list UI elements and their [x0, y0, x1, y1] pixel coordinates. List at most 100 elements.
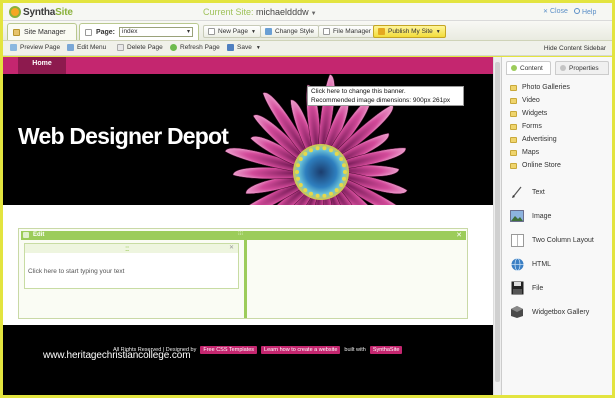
folder-forms[interactable]: Forms [510, 123, 542, 130]
folder-label: Widgets [522, 110, 548, 117]
file-manager-label: File Manager [333, 28, 371, 35]
widget-text[interactable]: Text [510, 185, 545, 199]
refresh-page-label: Refresh Page [180, 44, 220, 51]
help-link[interactable]: Help [574, 8, 596, 16]
flower-stamen [295, 170, 299, 174]
editor-toolbar: Preview Page Edit Menu Delete Page Refre… [3, 41, 612, 56]
refresh-page-button[interactable]: Refresh Page [170, 44, 220, 51]
delete-page-button[interactable]: Delete Page [117, 44, 163, 51]
canvas-scrollbar[interactable] [493, 57, 501, 395]
sidebar-tabs: Content Properties [506, 61, 609, 75]
tab-content-label: Content [520, 64, 543, 72]
save-button[interactable]: Save ▼ [227, 44, 261, 51]
folder-photo-galleries[interactable]: Photo Galleries [510, 84, 570, 91]
preview-label: Preview Page [20, 44, 61, 51]
flower-stamen [298, 157, 303, 161]
folder-label: Photo Galleries [522, 84, 570, 91]
folder-icon [510, 162, 517, 169]
flower-stamen [342, 176, 346, 181]
block-header-bar: Edit ⁞⁞⁞ ✕ [21, 231, 466, 240]
footer-link-templates[interactable]: Free CSS Templates [200, 346, 258, 354]
hide-sidebar-link[interactable]: Hide Content Sidebar [544, 45, 606, 52]
flower-stamen [334, 188, 339, 193]
tab-properties-label: Properties [569, 64, 599, 72]
save-label: Save [237, 44, 252, 51]
save-icon [227, 44, 234, 51]
publish-icon [378, 28, 385, 35]
edit-label[interactable]: Edit [33, 232, 44, 238]
widgetbox-icon [510, 305, 524, 319]
widget-two-column-label: Two Column Layout [532, 236, 594, 244]
page-select[interactable]: index [119, 27, 193, 37]
preview-page-button[interactable]: Preview Page [10, 44, 60, 51]
flower-stamen [339, 157, 344, 161]
folder-label: Video [522, 97, 540, 104]
footer-built-with: built with [344, 347, 366, 353]
nav-home-link[interactable]: Home [18, 57, 66, 74]
footer-link-synthasite[interactable]: SynthaSite [369, 346, 403, 354]
tab-properties[interactable]: Properties [555, 61, 609, 75]
widget-image-label: Image [532, 212, 552, 220]
text-column[interactable]: ⁚⁚⁚⁚ ✕ Click here to start typing your t… [24, 243, 239, 289]
site-title[interactable]: Web Designer Depot [18, 123, 229, 150]
file-manager-button[interactable]: File Manager [318, 25, 376, 38]
preview-icon [10, 44, 17, 51]
two-column-layout-block[interactable]: Edit ⁞⁞⁞ ✕ ⁚⁚⁚⁚ ✕ Click here to start ty… [18, 228, 468, 319]
folder-label: Online Store [522, 162, 561, 169]
current-site-value: michaeldddw [256, 7, 309, 17]
banner-tooltip-line2: Recommended image dimensions: 900px 261p… [311, 96, 451, 104]
scrollbar-thumb[interactable] [495, 62, 500, 382]
footer-link-create-website[interactable]: Learn how to create a website [261, 346, 341, 354]
tab-site-manager[interactable]: Site Manager [7, 23, 77, 40]
tab-site-manager-label: Site Manager [24, 28, 66, 36]
chevron-down-icon: ▼ [255, 44, 261, 51]
text-placeholder[interactable]: Click here to start typing your text [28, 268, 124, 275]
chevron-down-icon: ▼ [310, 11, 317, 17]
close-icon[interactable]: ✕ [456, 231, 462, 239]
close-link[interactable]: ✕ Close [543, 8, 568, 15]
page-canvas: Home Web Designer Depot Click here to ch… [3, 57, 493, 395]
current-site-selector[interactable]: Current Site: michaeldddw ▼ [203, 7, 317, 17]
tab-page[interactable]: Page: index [79, 23, 199, 40]
grip-icon: ⁞⁞⁞ [238, 231, 244, 237]
publish-button[interactable]: Publish My Site ▼ [373, 25, 446, 38]
flower-stamen [303, 151, 308, 156]
widget-html-label: HTML [532, 260, 552, 268]
folder-icon [510, 110, 517, 117]
widget-widgetbox-gallery[interactable]: Widgetbox Gallery [510, 305, 589, 319]
folder-widgets[interactable]: Widgets [510, 110, 547, 117]
edit-menu-button[interactable]: Edit Menu [67, 44, 106, 51]
flower-stamen [329, 148, 333, 153]
column-divider[interactable] [244, 240, 247, 318]
content-area: Edit ⁞⁞⁞ ✕ ⁚⁚⁚⁚ ✕ Click here to start ty… [3, 205, 493, 325]
site-nav: Home [3, 57, 493, 74]
folder-icon [510, 136, 517, 143]
folder-advertising[interactable]: Advertising [510, 136, 557, 143]
new-page-button[interactable]: New Page ▼ [203, 25, 261, 38]
change-style-label: Change Style [275, 28, 315, 35]
widget-html[interactable]: HTML [510, 257, 551, 271]
delete-page-label: Delete Page [127, 44, 163, 51]
two-column-icon [510, 233, 524, 247]
close-icon[interactable]: ✕ [229, 244, 234, 251]
help-label: Help [581, 9, 597, 16]
flower-stamen [315, 193, 320, 198]
folder-icon [510, 97, 517, 104]
banner[interactable]: Web Designer Depot Click here to change … [3, 74, 493, 205]
widget-file[interactable]: File [510, 281, 543, 295]
folder-online-store[interactable]: Online Store [510, 162, 561, 169]
publish-label: Publish My Site [388, 28, 433, 35]
tab-content[interactable]: Content [506, 61, 551, 75]
change-style-button[interactable]: Change Style [260, 25, 320, 38]
banner-tooltip: Click here to change this banner. Recomm… [307, 86, 464, 106]
banner-tooltip-line1: Click here to change this banner. [311, 88, 406, 95]
tabs-bar: Site Manager Page: index New Page ▼ Chan… [3, 21, 612, 41]
widget-two-column-layout[interactable]: Two Column Layout [510, 233, 594, 247]
chevron-down-icon: ▼ [435, 28, 441, 35]
synthasite-logo[interactable]: SynthaSite [9, 6, 73, 18]
drag-handle-icon[interactable]: ⁚⁚⁚⁚ [125, 246, 130, 253]
folder-maps[interactable]: Maps [510, 149, 539, 156]
content-icon [511, 65, 517, 71]
widget-image[interactable]: Image [510, 209, 551, 223]
folder-video[interactable]: Video [510, 97, 540, 104]
